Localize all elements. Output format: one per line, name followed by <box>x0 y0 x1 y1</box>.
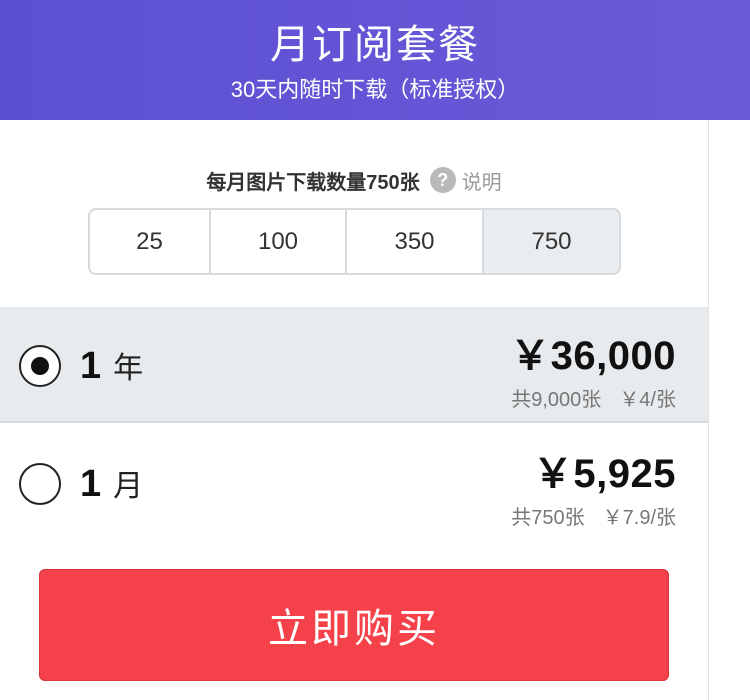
quantity-selector: 25 100 350 750 <box>88 208 621 275</box>
plan-period: 1 年 <box>80 343 143 387</box>
radio-button-selected[interactable] <box>19 345 61 387</box>
plan-per-image-price: ￥4/张 <box>619 389 676 411</box>
quantity-option-100[interactable]: 100 <box>211 210 347 273</box>
page-title: 月订阅套餐 <box>270 23 480 67</box>
radio-button-unselected[interactable] <box>19 463 61 505</box>
plan-unit: 月 <box>113 470 144 503</box>
plan-price: ￥36,000 <box>510 334 676 378</box>
plan-per-image-price: ￥7.9/张 <box>602 507 676 529</box>
quantity-label: 每月图片下载数量750张 <box>206 171 420 194</box>
quantity-label-row: 每月图片下载数量750张 ? 说明 <box>0 163 708 197</box>
quantity-option-750[interactable]: 750 <box>484 210 619 273</box>
plan-price-detail: 共9,000张 ￥4/张 <box>511 383 676 412</box>
quantity-option-350[interactable]: 350 <box>347 210 484 273</box>
subscription-page: 月订阅套餐 30天内随时下载（标准授权） 每月图片下载数量750张 ? 说明 2… <box>0 0 750 700</box>
plan-period: 1 月 <box>80 461 143 505</box>
buy-now-button[interactable]: 立即购买 <box>39 569 669 681</box>
plan-option-year[interactable]: 1 年 ￥36,000 共9,000张 ￥4/张 <box>0 307 708 423</box>
plan-total-images: 共750张 <box>511 507 585 529</box>
quantity-option-25[interactable]: 25 <box>90 210 211 273</box>
page-subtitle: 30天内随时下载（标准授权） <box>230 77 520 102</box>
plan-count: 1 <box>80 345 102 387</box>
plan-unit: 年 <box>113 352 144 385</box>
plan-total-images: 共9,000张 <box>511 389 602 411</box>
plan-count: 1 <box>80 463 102 505</box>
header: 月订阅套餐 30天内随时下载（标准授权） <box>0 0 750 120</box>
help-link[interactable]: 说明 <box>462 166 502 195</box>
panel-divider <box>708 120 709 700</box>
radio-dot-icon <box>31 357 49 375</box>
question-circle-icon[interactable]: ? <box>429 167 456 193</box>
plan-price-detail: 共750张 ￥7.9/张 <box>511 501 676 530</box>
plan-price: ￥5,925 <box>532 452 676 496</box>
plan-option-month[interactable]: 1 月 ￥5,925 共750张 ￥7.9/张 <box>0 425 708 541</box>
